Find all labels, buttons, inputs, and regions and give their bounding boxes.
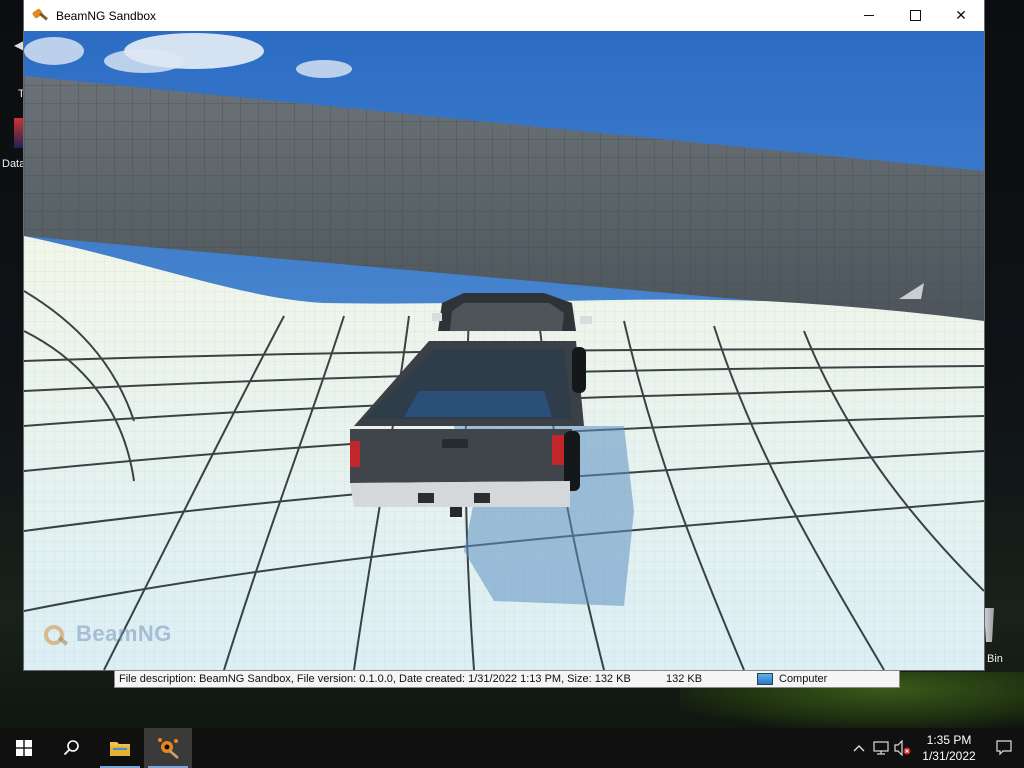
desktop-left-edge: ◀ T Data bbox=[0, 30, 25, 180]
notification-icon bbox=[996, 740, 1012, 756]
desktop-file-icon[interactable] bbox=[14, 118, 24, 148]
desktop-arrow-icon: ◀ bbox=[14, 38, 24, 52]
game-viewport[interactable]: BeamNG bbox=[24, 31, 984, 670]
action-center-button[interactable] bbox=[984, 728, 1024, 768]
taskbar-clock[interactable]: 1:35 PM 1/31/2022 bbox=[914, 732, 984, 764]
minimize-button[interactable] bbox=[846, 0, 892, 31]
beamng-app-icon bbox=[158, 738, 179, 759]
volume-button[interactable] bbox=[892, 728, 914, 768]
close-button[interactable]: ✕ bbox=[938, 0, 984, 31]
search-button[interactable] bbox=[48, 728, 96, 768]
tooltip-size: 132 KB bbox=[666, 673, 703, 685]
network-button[interactable] bbox=[870, 728, 892, 768]
recycle-bin-label[interactable]: Bin bbox=[987, 653, 1003, 665]
close-icon: ✕ bbox=[955, 7, 967, 23]
start-button[interactable] bbox=[0, 728, 48, 768]
game-scene bbox=[24, 31, 984, 670]
taskbar: 1:35 PM 1/31/2022 bbox=[0, 728, 1024, 768]
clock-time: 1:35 PM bbox=[926, 733, 972, 747]
clock-date: 1/31/2022 bbox=[922, 749, 976, 763]
beamng-taskbar-button[interactable] bbox=[144, 728, 192, 768]
show-hidden-icons-button[interactable] bbox=[848, 728, 870, 768]
maximize-button[interactable] bbox=[892, 0, 938, 31]
file-info-tooltip: File description: BeamNG Sandbox, File v… bbox=[114, 670, 900, 688]
network-icon bbox=[873, 741, 889, 755]
system-tray: 1:35 PM 1/31/2022 bbox=[848, 728, 1024, 768]
volume-muted-icon bbox=[894, 740, 911, 756]
tooltip-description: File description: BeamNG Sandbox, File v… bbox=[119, 673, 631, 685]
beamng-window: BeamNG Sandbox ✕ BeamNG bbox=[24, 0, 984, 670]
tooltip-location-label: Computer bbox=[779, 673, 828, 685]
computer-icon bbox=[757, 673, 773, 685]
folder-icon bbox=[110, 742, 130, 756]
tooltip-location: Computer bbox=[751, 673, 827, 685]
window-title: BeamNG Sandbox bbox=[56, 8, 157, 23]
minimize-icon bbox=[864, 15, 874, 16]
recycle-bin-icon[interactable] bbox=[984, 608, 994, 642]
windows-logo-icon bbox=[16, 740, 32, 756]
desktop-label-data[interactable]: Data bbox=[2, 158, 25, 170]
file-explorer-button[interactable] bbox=[96, 728, 144, 768]
maximize-icon bbox=[909, 10, 921, 21]
beamng-app-icon bbox=[31, 7, 48, 24]
beamng-logo-text: BeamNG bbox=[76, 621, 172, 646]
beamng-logo-icon bbox=[42, 621, 72, 651]
chevron-up-icon bbox=[853, 745, 865, 752]
title-bar[interactable]: BeamNG Sandbox ✕ bbox=[24, 0, 984, 31]
search-icon bbox=[63, 740, 79, 756]
